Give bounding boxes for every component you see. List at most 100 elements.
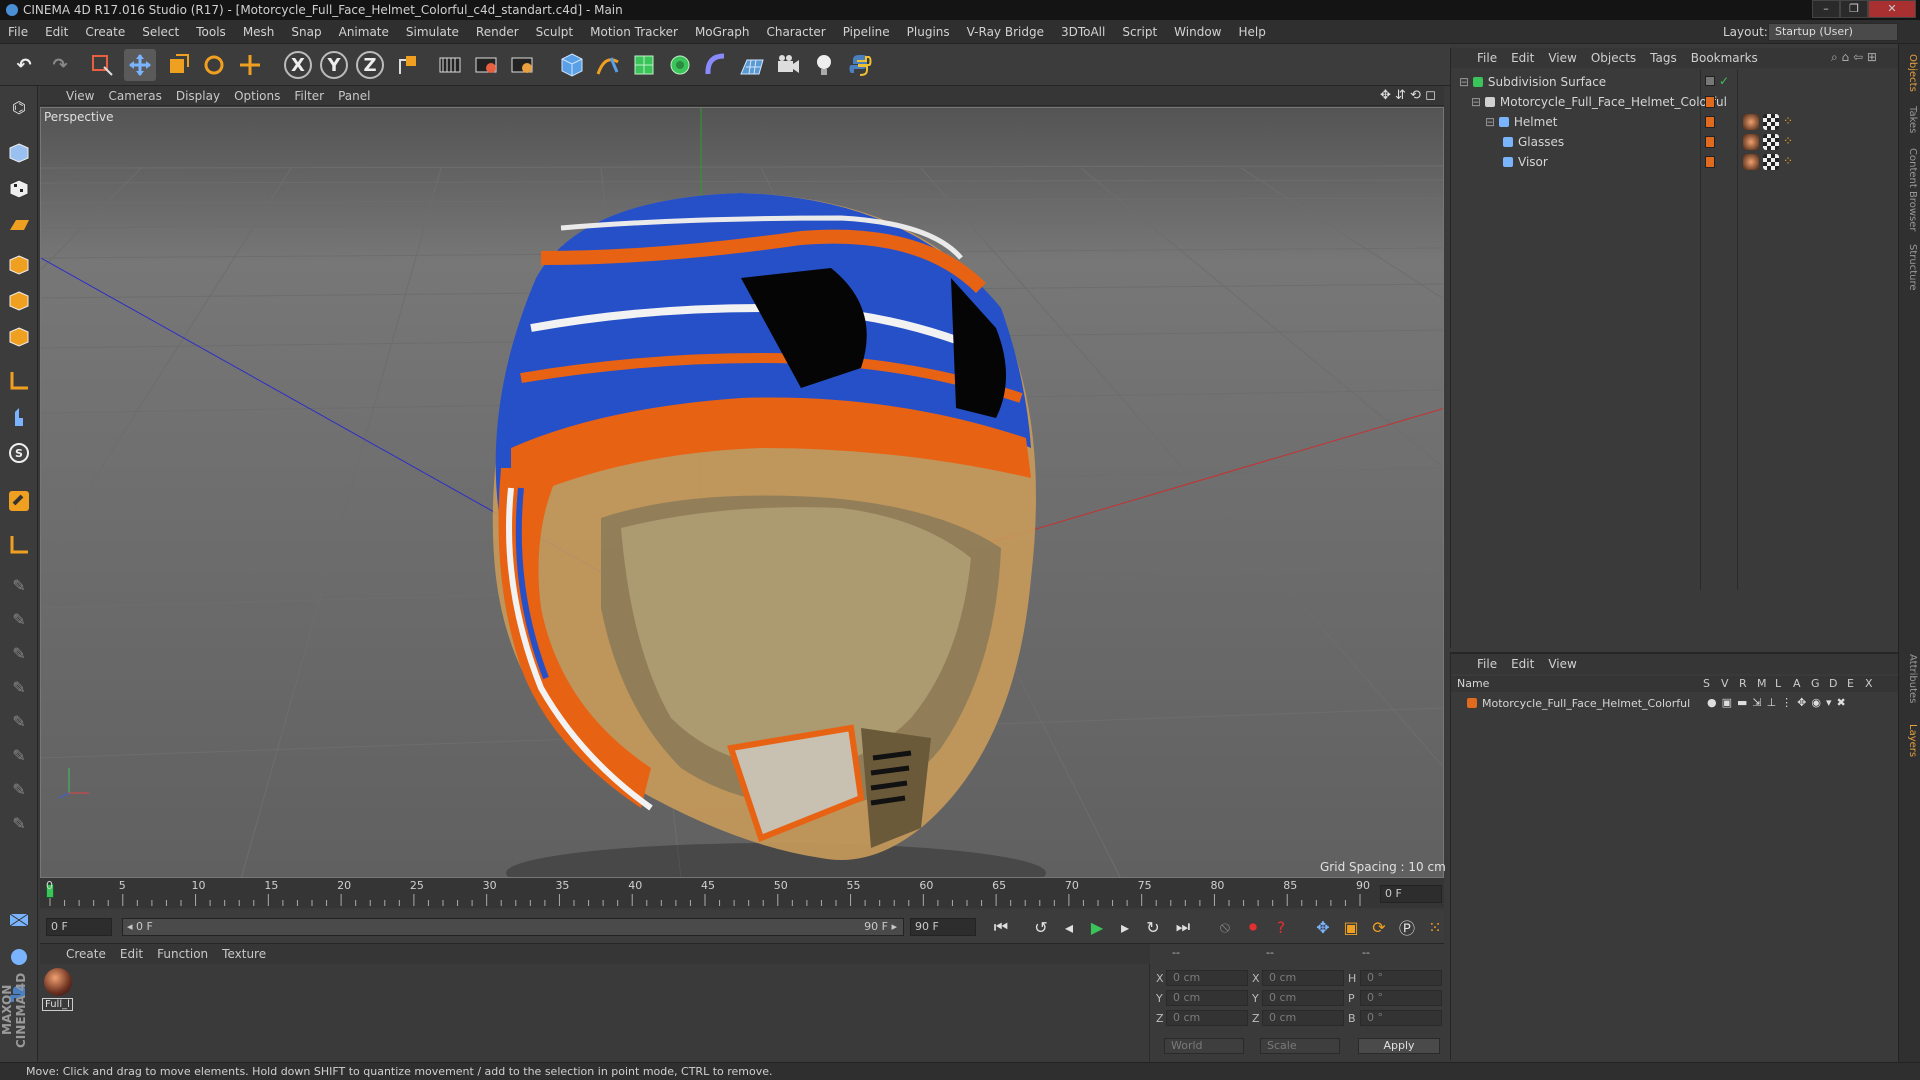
menu-3dtoall[interactable]: 3DToAll — [1053, 20, 1114, 44]
layer-column-header[interactable]: G — [1811, 677, 1820, 690]
rotation-b-field[interactable]: 0 ° — [1360, 1010, 1442, 1026]
objects-menu-objects[interactable]: Objects — [1584, 48, 1643, 68]
render-settings-icon[interactable] — [506, 49, 538, 81]
sculpt-inflate-icon[interactable]: ✎ — [3, 740, 35, 770]
material-tag-icon[interactable] — [1743, 114, 1759, 130]
sculpt-grab-icon[interactable]: ✎ — [3, 672, 35, 702]
size-y-field[interactable]: 0 cm — [1262, 990, 1344, 1006]
object-row[interactable]: Visor — [1451, 152, 1899, 172]
viewport-menu-view[interactable]: View — [40, 86, 101, 106]
position-x-field[interactable]: 0 cm — [1166, 970, 1248, 986]
uvw-tag-icon[interactable] — [1763, 134, 1779, 150]
make-editable-icon[interactable]: ⌬ — [3, 92, 35, 122]
light-icon[interactable] — [808, 49, 840, 81]
layer-color-swatch[interactable] — [1705, 156, 1715, 168]
redo-icon[interactable]: ↷ — [44, 49, 76, 81]
tab-takes[interactable]: Takes — [1902, 106, 1918, 133]
menu-animate[interactable]: Animate — [331, 20, 398, 44]
menu-file[interactable]: File — [0, 20, 37, 44]
model-mode-icon[interactable] — [3, 138, 35, 168]
layer-toggle[interactable] — [1705, 76, 1715, 86]
coordinate-space-select[interactable]: World — [1164, 1038, 1244, 1054]
cloner-icon[interactable] — [664, 49, 696, 81]
menu-motion-tracker[interactable]: Motion Tracker — [582, 20, 687, 44]
objects-menu-view[interactable]: View — [1541, 48, 1583, 68]
magnet-icon[interactable] — [3, 486, 35, 516]
edges-mode-icon[interactable] — [3, 286, 35, 316]
close-button[interactable]: ✕ — [1868, 0, 1916, 18]
maximize-button[interactable]: ❐ — [1840, 0, 1868, 18]
layer-column-header[interactable]: L — [1775, 677, 1781, 690]
menu-plugins[interactable]: Plugins — [899, 20, 959, 44]
snap-icon[interactable]: S — [3, 438, 35, 468]
deformer-icon[interactable] — [700, 49, 732, 81]
sculpt-smooth-icon[interactable]: ✎ — [3, 638, 35, 668]
object-manager-search-icons[interactable]: ⌕ ⌂ ⇦ ⊞ — [1831, 50, 1877, 65]
layer-color-swatch[interactable] — [1705, 116, 1715, 128]
render-view-icon[interactable] — [434, 49, 466, 81]
perspective-viewport[interactable] — [40, 107, 1444, 878]
layers-menu-edit[interactable]: Edit — [1504, 654, 1541, 674]
rotate-tool-icon[interactable] — [198, 49, 230, 81]
sculpt-pull-icon[interactable]: ✎ — [3, 604, 35, 634]
viewport-menu-filter[interactable]: Filter — [287, 86, 331, 106]
undo-icon[interactable]: ↶ — [8, 49, 40, 81]
sculpt-pinch-icon[interactable]: ✎ — [3, 808, 35, 838]
texture-mode-icon[interactable] — [3, 174, 35, 204]
play-icon[interactable]: ▶ — [1084, 915, 1110, 939]
material-menu-texture[interactable]: Texture — [215, 944, 273, 964]
go-to-end-icon[interactable]: ⏭ — [1170, 915, 1196, 939]
viewport-nav-icons[interactable]: ✥ ⇵ ⟲ ◻ — [1380, 88, 1436, 103]
tab-objects[interactable]: Objects — [1902, 54, 1918, 92]
layers-menu-view[interactable]: View — [1541, 654, 1583, 674]
objects-menu-file[interactable]: File — [1451, 48, 1504, 68]
camera-icon[interactable] — [772, 49, 804, 81]
viewport-menu-options[interactable]: Options — [227, 86, 287, 106]
next-key-icon[interactable]: ↻ — [1140, 915, 1166, 939]
scale-tool-icon[interactable] — [162, 49, 194, 81]
menu-create[interactable]: Create — [77, 20, 134, 44]
sculpt-knife-icon[interactable]: ✎ — [3, 774, 35, 804]
menu-character[interactable]: Character — [758, 20, 834, 44]
record-keys-icon[interactable]: ⦸ — [1212, 915, 1238, 939]
object-row[interactable]: ⊟ Motorcycle_Full_Face_Helmet_Colorful — [1451, 92, 1899, 112]
axis-z-lock-button[interactable]: Z — [356, 51, 384, 79]
menu-mograph[interactable]: MoGraph — [687, 20, 759, 44]
layer-column-header[interactable]: E — [1847, 677, 1854, 690]
layer-column-header[interactable]: M — [1757, 677, 1767, 690]
python-icon[interactable] — [844, 49, 876, 81]
viewport-menu-panel[interactable]: Panel — [331, 86, 377, 106]
material-menu-create[interactable]: Create — [40, 944, 113, 964]
world-coordinate-icon[interactable] — [392, 49, 424, 81]
start-frame-field[interactable]: 0 F — [46, 918, 112, 936]
key-pla-icon[interactable]: ⁙ — [1422, 915, 1448, 939]
keyframe-selection-icon[interactable]: ? — [1268, 915, 1294, 939]
layer-column-header[interactable]: S — [1703, 677, 1710, 690]
layer-column-header[interactable]: X — [1865, 677, 1873, 690]
key-position-icon[interactable]: ✥ — [1310, 915, 1336, 939]
floor-icon[interactable] — [736, 49, 768, 81]
phong-tag-icon[interactable]: ⁘ — [1783, 114, 1799, 130]
rotation-h-field[interactable]: 0 ° — [1360, 970, 1442, 986]
cube-primitive-icon[interactable] — [556, 49, 588, 81]
objects-menu-bookmarks[interactable]: Bookmarks — [1684, 48, 1765, 68]
render-picture-viewer-icon[interactable] — [470, 49, 502, 81]
transform-tool-icon[interactable] — [234, 49, 266, 81]
axis-y-lock-button[interactable]: Y — [320, 51, 348, 79]
coordinate-mode-select[interactable]: Scale — [1260, 1038, 1340, 1054]
layer-column-header[interactable]: R — [1739, 677, 1747, 690]
material-menu-function[interactable]: Function — [150, 944, 215, 964]
menu-select[interactable]: Select — [134, 20, 188, 44]
frame-range-slider[interactable]: ◂ 0 F 90 F ▸ — [122, 918, 904, 936]
menu-edit[interactable]: Edit — [37, 20, 77, 44]
uvw-tag-icon[interactable] — [1763, 154, 1779, 170]
next-frame-icon[interactable]: ▸ — [1112, 915, 1138, 939]
end-frame-field[interactable]: 90 F — [910, 918, 976, 936]
key-parameter-icon[interactable]: Ⓟ — [1394, 915, 1420, 939]
menu-pipeline[interactable]: Pipeline — [835, 20, 899, 44]
workplane-icon[interactable] — [3, 210, 35, 240]
go-to-start-icon[interactable]: ⏮ — [988, 915, 1014, 939]
live-selection-icon[interactable] — [86, 49, 118, 81]
menu-script[interactable]: Script — [1114, 20, 1166, 44]
tab-layers[interactable]: Layers — [1902, 724, 1918, 757]
